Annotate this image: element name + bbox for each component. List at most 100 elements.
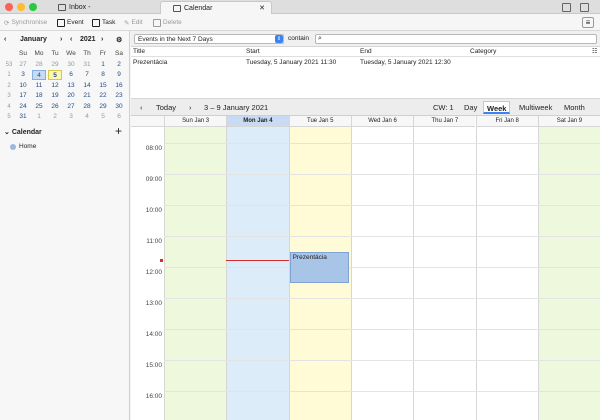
next-week-button[interactable]: › <box>186 101 195 114</box>
tasks-icon[interactable] <box>580 3 589 12</box>
mini-calendar-day[interactable]: 6 <box>112 112 126 122</box>
mini-calendar-day[interactable]: 16 <box>112 81 126 91</box>
mini-calendar-day[interactable]: 20 <box>64 91 78 101</box>
hour-line <box>164 329 600 330</box>
hour-label: 15:00 <box>145 362 162 369</box>
mini-calendar-day[interactable]: 5 <box>96 112 110 122</box>
close-window-button[interactable] <box>5 3 13 11</box>
col-title-header[interactable]: Title <box>133 48 145 55</box>
mini-calendar-day[interactable]: 2 <box>112 60 126 70</box>
mini-calendar-day[interactable]: 23 <box>112 91 126 101</box>
day-column[interactable] <box>413 127 476 420</box>
day-header[interactable]: Wed Jan 6 <box>350 116 414 127</box>
tab-calendar[interactable]: Calendar ✕ <box>160 1 272 14</box>
col-end-header[interactable]: End <box>360 48 372 55</box>
prev-month-button[interactable]: ‹ <box>4 36 6 43</box>
address-book-icon[interactable] <box>562 3 571 12</box>
table-row[interactable]: Prezentácia Tuesday, 5 January 2021 11:3… <box>131 58 600 68</box>
col-category-header[interactable]: Category <box>470 48 496 55</box>
new-task-button[interactable]: Task <box>92 17 115 28</box>
mini-calendar-day[interactable]: 2 <box>48 112 62 122</box>
day-header[interactable]: Tue Jan 5 <box>288 116 351 127</box>
mini-calendar-day[interactable]: 26 <box>48 102 62 112</box>
mini-calendar-day[interactable]: 25 <box>32 102 46 112</box>
calendars-section-title[interactable]: ⌄ Calendar <box>4 128 42 136</box>
mini-calendar-day[interactable]: 18 <box>32 91 46 101</box>
mini-calendar-day[interactable]: 13 <box>64 81 78 91</box>
day-column[interactable] <box>537 127 600 420</box>
day-column[interactable] <box>226 127 289 420</box>
mini-calendar-day[interactable]: 22 <box>96 91 110 101</box>
mini-calendar-day[interactable]: 5 <box>48 70 62 80</box>
mini-calendar-day[interactable]: 6 <box>64 70 78 80</box>
mini-calendar-day[interactable]: 21 <box>80 91 94 101</box>
mini-calendar-day[interactable]: 1 <box>32 112 46 122</box>
mini-calendar-day[interactable]: 14 <box>80 81 94 91</box>
time-gutter-header <box>131 116 164 127</box>
delete-button[interactable]: Delete <box>153 17 182 28</box>
mini-calendar-day[interactable]: 3 <box>16 70 30 80</box>
mini-calendar-day[interactable]: 19 <box>48 91 62 101</box>
mini-calendar-day[interactable]: 28 <box>80 102 94 112</box>
day-name-fr: Fr <box>99 50 107 57</box>
new-event-button[interactable]: Event <box>57 17 84 28</box>
year-label[interactable]: 2021 <box>80 36 96 43</box>
mini-calendar-day[interactable]: 1 <box>96 60 110 70</box>
day-header[interactable]: Sun Jan 3 <box>164 116 227 127</box>
tab-day[interactable]: Day <box>461 101 480 114</box>
tab-inbox-label: Inbox - <box>69 4 91 11</box>
event-filter-select[interactable]: Events in the Next 7 Days ⇕ <box>134 34 284 44</box>
gear-icon[interactable]: ⚙ <box>116 36 122 44</box>
mini-calendar-day[interactable]: 10 <box>16 81 30 91</box>
mini-calendar-day[interactable]: 11 <box>32 81 46 91</box>
day-header[interactable]: Thu Jan 7 <box>413 116 476 127</box>
day-header[interactable]: Sat Jan 9 <box>537 116 600 127</box>
mini-calendar-day[interactable]: 31 <box>80 60 94 70</box>
day-header[interactable]: Fri Jan 8 <box>475 116 538 127</box>
tab-multiweek[interactable]: Multiweek <box>516 101 555 114</box>
prev-week-button[interactable]: ‹ <box>137 101 146 114</box>
mini-calendar-day[interactable]: 17 <box>16 91 30 101</box>
mini-calendar-day[interactable]: 29 <box>48 60 62 70</box>
mini-calendar-day[interactable]: 30 <box>64 60 78 70</box>
day-column[interactable] <box>164 127 227 420</box>
mini-calendar-day[interactable]: 7 <box>80 70 94 80</box>
column-picker-icon[interactable]: ☷ <box>592 48 597 55</box>
prev-year-button[interactable]: ‹ <box>70 36 72 43</box>
mini-calendar-day[interactable]: 28 <box>32 60 46 70</box>
day-header[interactable]: Mon Jan 4 <box>226 116 289 127</box>
next-month-button[interactable]: › <box>60 36 62 43</box>
minimize-window-button[interactable] <box>17 3 25 11</box>
mini-calendar-day[interactable]: 30 <box>112 102 126 112</box>
mini-calendar-day[interactable]: 31 <box>16 112 30 122</box>
day-column[interactable] <box>475 127 538 420</box>
mini-calendar-day[interactable]: 3 <box>64 112 78 122</box>
month-label[interactable]: January <box>20 36 47 43</box>
app-menu-button[interactable]: ≡ <box>582 17 594 28</box>
day-column[interactable] <box>350 127 414 420</box>
tab-close-icon[interactable]: ✕ <box>259 4 265 12</box>
mini-calendar-day[interactable]: 9 <box>112 70 126 80</box>
mini-calendar-day[interactable]: 27 <box>16 60 30 70</box>
calendar-event[interactable]: Prezentácia <box>289 251 349 283</box>
add-calendar-button[interactable]: + <box>115 124 122 138</box>
calendar-item-home[interactable]: Home <box>10 143 36 150</box>
mini-calendar-day[interactable]: 4 <box>32 70 46 80</box>
tab-inbox[interactable]: Inbox - <box>48 1 148 14</box>
mini-calendar-day[interactable]: 15 <box>96 81 110 91</box>
zoom-window-button[interactable] <box>29 3 37 11</box>
mini-calendar-day[interactable]: 29 <box>96 102 110 112</box>
synchronise-button[interactable]: ⟳ Synchronise <box>4 17 47 28</box>
search-input[interactable]: ⌕ <box>315 34 597 44</box>
today-button[interactable]: Today <box>153 101 179 114</box>
tab-week[interactable]: Week <box>483 101 511 114</box>
mini-calendar-day[interactable]: 24 <box>16 102 30 112</box>
tab-month[interactable]: Month <box>561 101 588 114</box>
mini-calendar-day[interactable]: 12 <box>48 81 62 91</box>
mini-calendar-day[interactable]: 4 <box>80 112 94 122</box>
next-year-button[interactable]: › <box>101 36 103 43</box>
edit-button[interactable]: ✎ Edit <box>124 17 143 28</box>
col-start-header[interactable]: Start <box>246 48 260 55</box>
mini-calendar-day[interactable]: 27 <box>64 102 78 112</box>
mini-calendar-day[interactable]: 8 <box>96 70 110 80</box>
